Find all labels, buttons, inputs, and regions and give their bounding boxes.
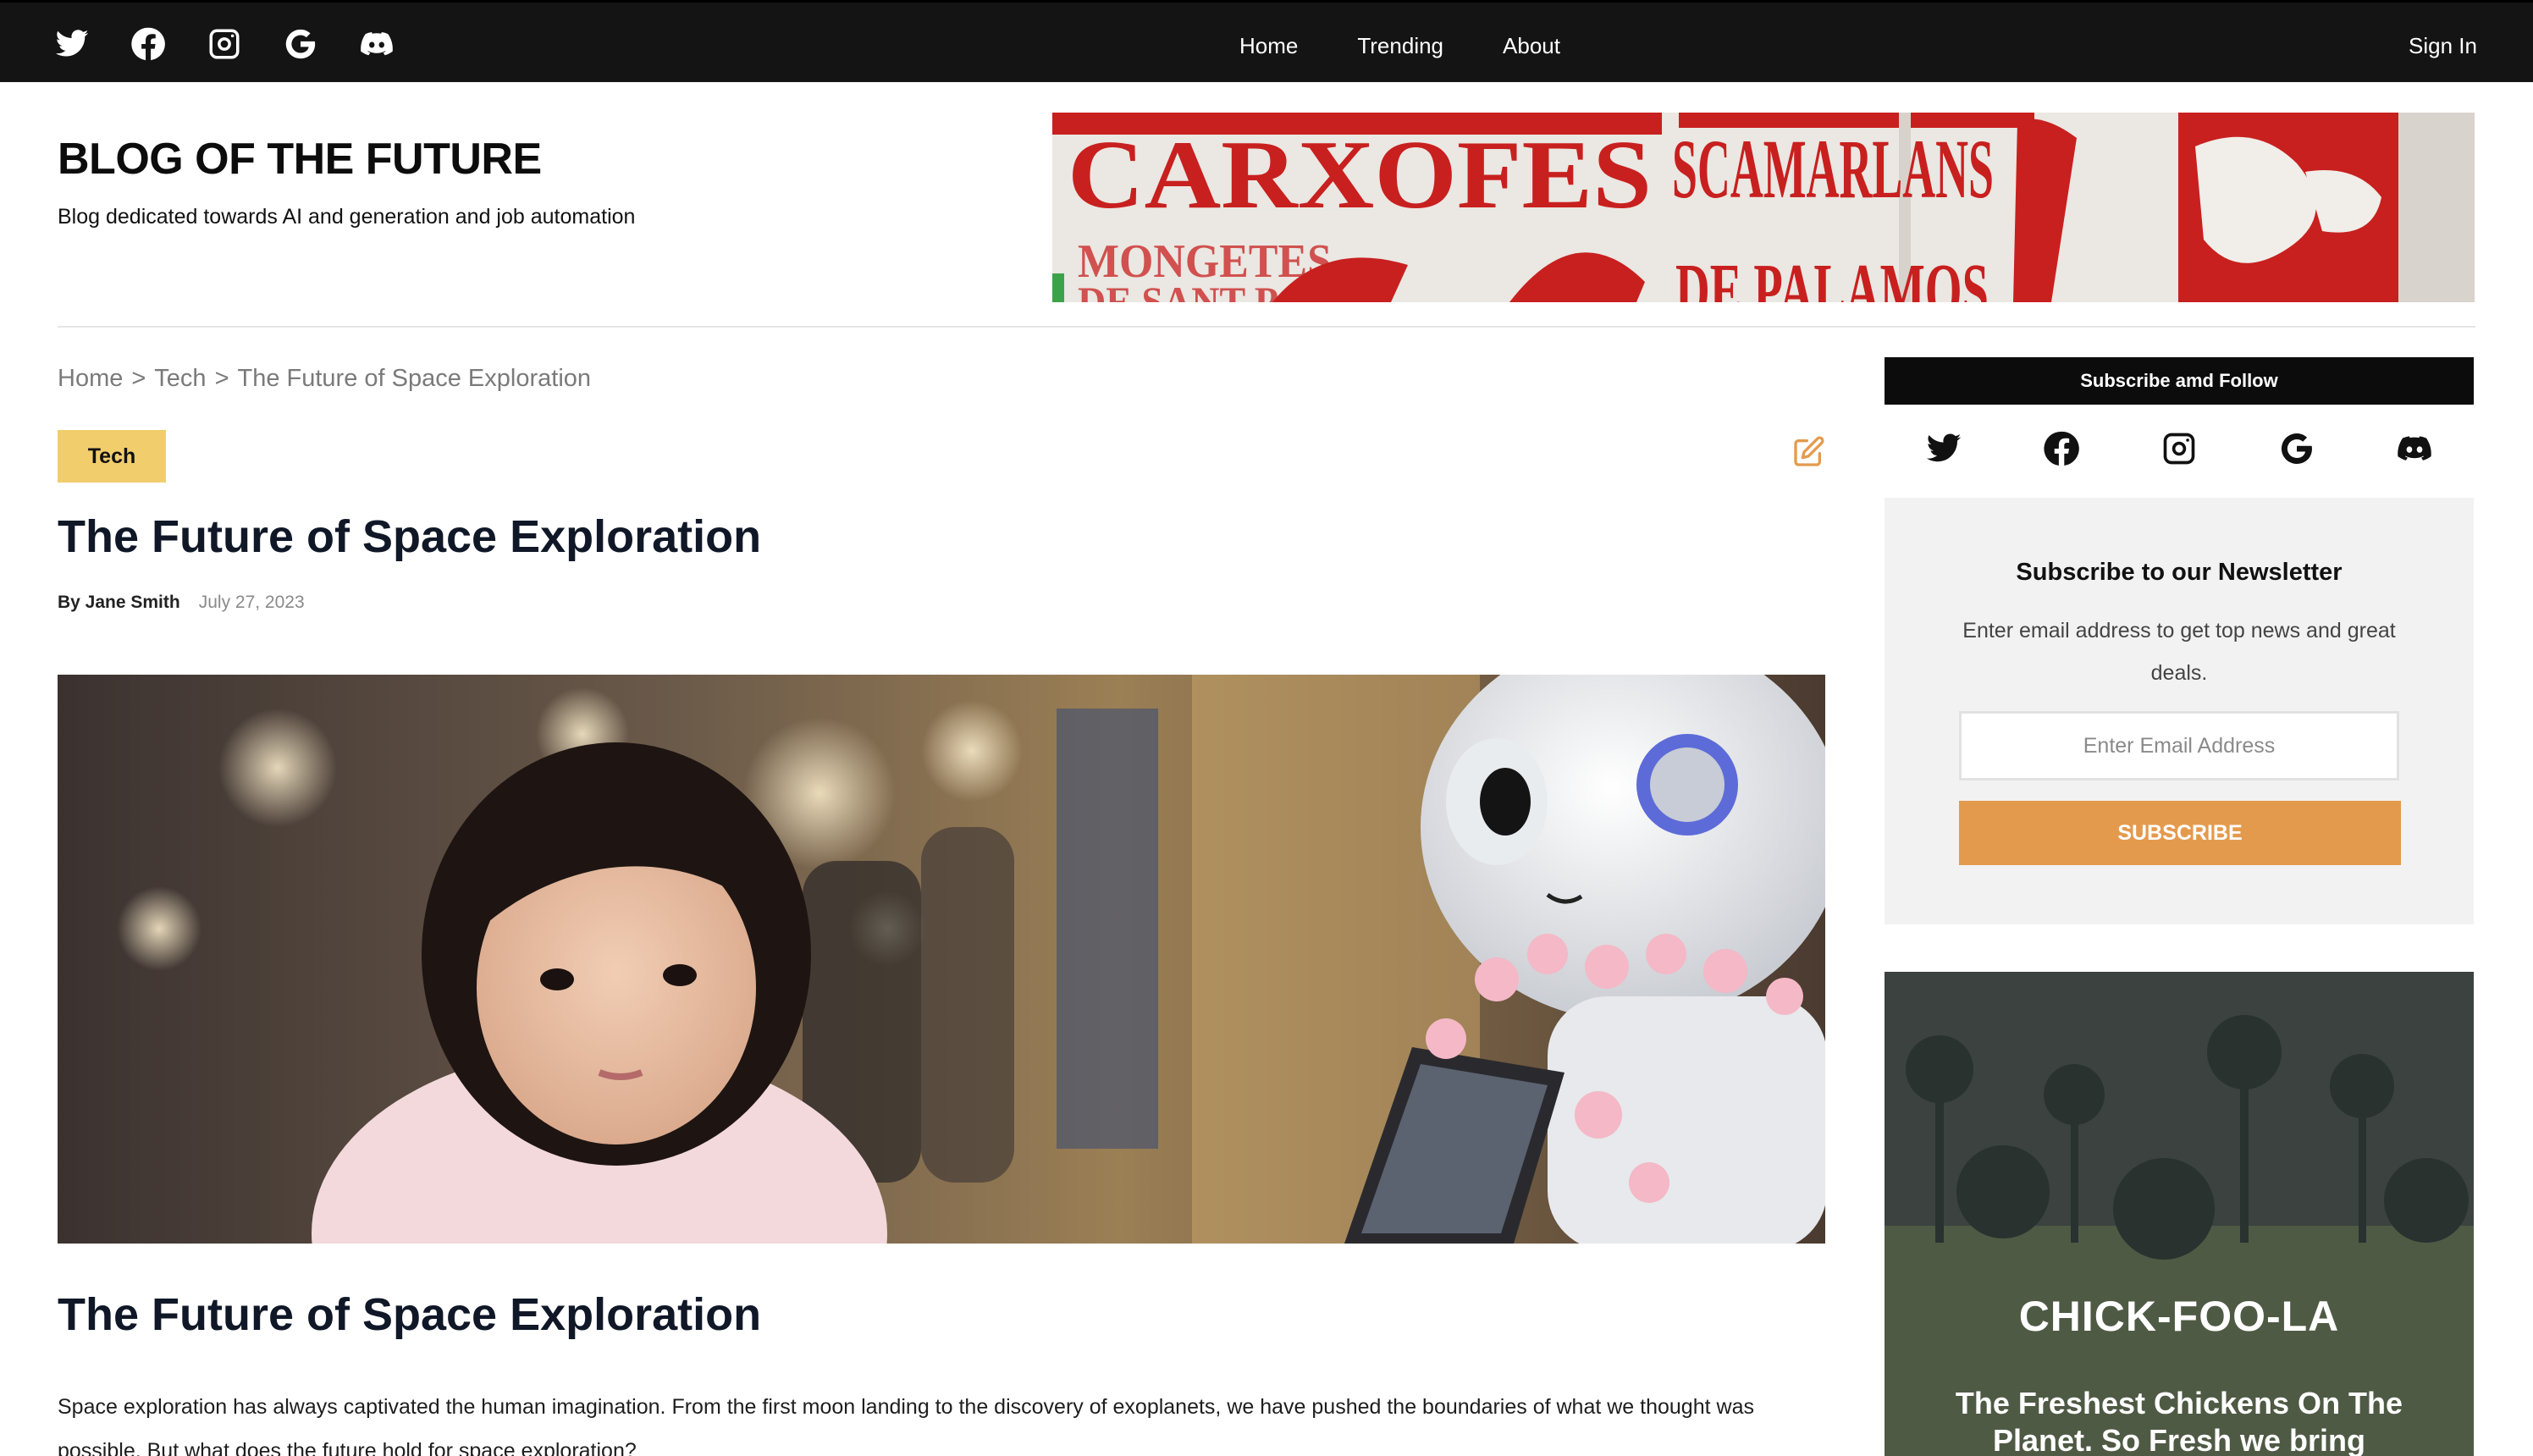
hero-image bbox=[58, 675, 1825, 1244]
header-divider bbox=[58, 326, 2475, 328]
section-heading: The Future of Space Exploration bbox=[58, 1289, 762, 1340]
post-byline: By Jane Smith July 27, 2023 bbox=[58, 593, 305, 613]
breadcrumb-tech[interactable]: Tech bbox=[154, 365, 206, 393]
breadcrumb-separator: > bbox=[131, 365, 146, 392]
breadcrumb-current: The Future of Space Exploration bbox=[237, 365, 592, 392]
google-icon[interactable] bbox=[2278, 430, 2315, 467]
banner-word-5: DE PALAMOS bbox=[1675, 249, 1989, 302]
banner-word-1: CARXOFES bbox=[1068, 121, 1652, 229]
header-banner-image: CARXOFES SCAMARLANS MONGETES DE SANT PAU… bbox=[1052, 113, 2475, 302]
site-title[interactable]: BLOG OF THE FUTURE bbox=[58, 134, 542, 185]
twitter-icon[interactable] bbox=[1925, 430, 1962, 467]
twitter-icon[interactable] bbox=[54, 26, 90, 62]
nav-social-links bbox=[54, 26, 395, 62]
facebook-icon[interactable] bbox=[2043, 430, 2080, 467]
discord-icon[interactable] bbox=[359, 26, 395, 62]
svg-text:DE PALAMOS: DE PALAMOS bbox=[1675, 249, 1989, 302]
site-tagline: Blog dedicated towards AI and generation… bbox=[58, 205, 636, 229]
breadcrumb: Home > Tech > The Future of Space Explor… bbox=[58, 365, 591, 393]
banner-poster-art: CARXOFES SCAMARLANS MONGETES DE SANT PAU… bbox=[1052, 113, 2475, 302]
banner-word-2: SCAMARLANS bbox=[1672, 122, 1994, 216]
follow-heading: Subscribe amd Follow bbox=[1885, 357, 2474, 405]
nav-link-about[interactable]: About bbox=[1503, 33, 1560, 59]
instagram-icon[interactable] bbox=[2160, 430, 2198, 467]
google-icon[interactable] bbox=[283, 26, 318, 62]
email-field[interactable] bbox=[1959, 711, 2399, 780]
nav-link-trending[interactable]: Trending bbox=[1357, 33, 1443, 59]
ad-background-palms bbox=[1885, 972, 2474, 1456]
banner-word-4: DE SANT PAU bbox=[1078, 278, 1332, 302]
svg-text:CARXOFES: CARXOFES bbox=[1068, 121, 1652, 229]
ad-title: CHICK-FOO-LA bbox=[2018, 1293, 2340, 1340]
nav-link-home[interactable]: Home bbox=[1239, 33, 1298, 59]
svg-text:DE SANT PAU: DE SANT PAU bbox=[1078, 278, 1332, 302]
post-author[interactable]: By Jane Smith bbox=[58, 593, 180, 613]
newsletter-title: Subscribe to our Newsletter bbox=[2016, 559, 2343, 586]
main-menu: Home Trending About bbox=[1239, 33, 1620, 59]
svg-text:SCAMARLANS: SCAMARLANS bbox=[1672, 122, 1994, 216]
subscribe-button[interactable]: SUBSCRIBE bbox=[1959, 801, 2401, 865]
sidebar-ad[interactable]: CHICK-FOO-LA The Freshest Chickens On Th… bbox=[1885, 972, 2474, 1456]
sign-in-link[interactable]: Sign In bbox=[2409, 33, 2477, 59]
instagram-icon[interactable] bbox=[207, 26, 242, 62]
edit-icon[interactable] bbox=[1791, 435, 1825, 469]
top-navbar: Home Trending About Sign In bbox=[0, 0, 2533, 82]
post-title: The Future of Space Exploration bbox=[58, 511, 762, 562]
breadcrumb-separator: > bbox=[214, 365, 229, 392]
post-date: July 27, 2023 bbox=[198, 593, 305, 612]
article-body: Space exploration has always captivated … bbox=[58, 1395, 1754, 1456]
discord-icon[interactable] bbox=[2396, 430, 2433, 467]
sidebar-social-links bbox=[1885, 430, 2474, 467]
newsletter-description: Enter email address to get top news and … bbox=[1962, 619, 2396, 685]
facebook-icon[interactable] bbox=[130, 26, 166, 62]
hero-photo-girl-and-robot bbox=[58, 675, 1825, 1244]
breadcrumb-home[interactable]: Home bbox=[58, 365, 123, 393]
ad-subtitle: The Freshest Chickens On The Planet. So … bbox=[1955, 1386, 2403, 1456]
newsletter-box: Subscribe to our Newsletter Enter email … bbox=[1885, 498, 2474, 924]
category-badge[interactable]: Tech bbox=[58, 430, 166, 483]
